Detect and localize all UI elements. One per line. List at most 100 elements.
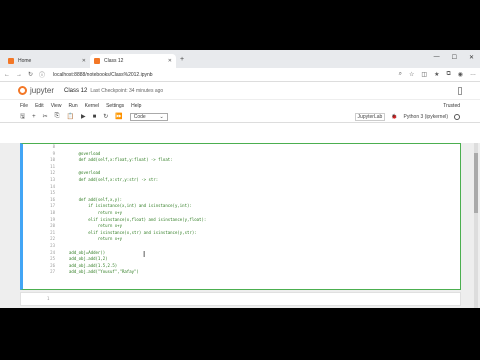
chevron-down-icon: ⌄ [159, 113, 164, 120]
line-number: 11 [50, 163, 55, 169]
favorites-icon[interactable]: ★ [434, 71, 439, 78]
line-number: 18 [50, 209, 55, 215]
line-numbers: 8 9 10 11 12 13 14 15 16 17 18 19 20 21 22 23 24 25 26 27 [45, 144, 55, 276]
jupyter-logo[interactable]: jupyter [18, 86, 54, 95]
line-number: 10 [50, 157, 55, 163]
address-bar: ← → ↻ ⓘ localhost:8888/notebooks/Class%2… [0, 68, 480, 82]
menu-bar: File Edit View Run Kernel Settings Help … [0, 100, 480, 111]
url-field[interactable]: localhost:8888/notebooks/Class%2012.ipyn… [53, 72, 153, 78]
save-icon[interactable]: 🖫 [20, 112, 25, 122]
browser-actions: ⌕ ☆ ◫ ★ ⧉ ◉ … [399, 71, 476, 78]
menu-kernel[interactable]: Kernel [85, 103, 99, 109]
close-window-icon[interactable]: ✕ [469, 54, 474, 61]
text-cursor-icon: I [143, 250, 146, 259]
kernel-area: JupyterLab 🐞 Python 3 (ipykernel) [354, 112, 460, 121]
code-line: return x+y [69, 209, 122, 215]
code-line: def add(self,x:str,y:str) -> str: [69, 176, 159, 182]
bug-icon[interactable]: 🐞 [391, 114, 397, 120]
kernel-status-icon [454, 113, 460, 120]
close-icon[interactable]: ✕ [168, 58, 172, 64]
new-tab-button[interactable]: + [180, 56, 184, 63]
paste-icon[interactable]: 📋 [66, 113, 73, 120]
code-line: elif isinstance(x,float) and isinstance(… [69, 216, 207, 222]
tab-class-12[interactable]: Class 12 ✕ [90, 54, 176, 68]
notebook-toolbar: 🖫 + ✂ ⎘ 📋 ▶ ■ ↻ ⏩ Code ⌄ JupyterLab 🐞 Py… [0, 111, 480, 123]
line-number: 8 [52, 144, 55, 149]
tab-bar: Home ✕ Class 12 ✕ + — ☐ ✕ [0, 50, 480, 68]
stop-icon[interactable]: ■ [93, 114, 97, 120]
copy-icon[interactable]: ⎘ [55, 113, 60, 120]
code-editor[interactable]: @overload def add(self,x:float,y:float) … [69, 144, 206, 276]
tab-label: Class 12 [104, 58, 124, 64]
line-number: 19 [50, 216, 55, 222]
menu-view[interactable]: View [51, 103, 62, 109]
run-icon[interactable]: ▶ [81, 113, 86, 120]
notebook-area: 8 9 10 11 12 13 14 15 16 17 18 19 20 21 22 23 24 25 26 27 @… [0, 143, 480, 308]
tab-label: Home [18, 58, 32, 64]
code-line: add_obj.add("Yousuf","Rafay") [69, 269, 139, 275]
profile-icon[interactable]: ◉ [458, 71, 463, 78]
favorite-star-icon[interactable]: ☆ [409, 71, 414, 78]
code-line: @overload [69, 170, 101, 176]
code-line: elif isinstance(x,str) and isinstance(y,… [69, 229, 197, 235]
line-number: 24 [50, 249, 55, 255]
line-number: 22 [50, 236, 55, 242]
menu-edit[interactable]: Edit [35, 103, 44, 109]
cut-icon[interactable]: ✂ [43, 113, 48, 120]
menu-help[interactable]: Help [131, 103, 141, 109]
back-icon[interactable]: ← [4, 72, 10, 78]
code-line: add_obj.add(1,2) [69, 256, 108, 262]
line-number: 17 [50, 203, 55, 209]
more-menu-icon[interactable]: … [470, 71, 476, 78]
scrollbar[interactable] [474, 143, 478, 308]
forward-icon[interactable]: → [16, 72, 22, 78]
add-cell-icon[interactable]: + [32, 114, 36, 120]
info-icon: ⓘ [39, 73, 46, 79]
notebook-title[interactable]: Class 12 [64, 88, 87, 94]
code-line: def add(self,x,y): [69, 196, 122, 202]
menu-settings[interactable]: Settings [106, 103, 124, 109]
line-number: 23 [50, 242, 55, 248]
restart-icon[interactable]: ↻ [103, 113, 108, 120]
empty-code-cell[interactable]: 1 [20, 292, 461, 306]
tab-home[interactable]: Home ✕ [4, 54, 90, 68]
code-line: @overload [69, 150, 101, 156]
line-number: 13 [50, 176, 55, 182]
browser-window: Home ✕ Class 12 ✕ + — ☐ ✕ ← → ↻ ⓘ localh… [0, 50, 480, 308]
maximize-icon[interactable]: ☐ [452, 54, 457, 61]
line-number: 12 [50, 170, 55, 176]
menu-run[interactable]: Run [68, 103, 77, 109]
split-screen-icon[interactable]: ◫ [421, 71, 427, 78]
window-controls: — ☐ ✕ [434, 54, 474, 61]
jupyter-logo-icon [18, 86, 27, 95]
reload-icon[interactable]: ↻ [28, 71, 33, 78]
minimize-icon[interactable]: — [434, 54, 440, 61]
line-number: 14 [50, 183, 55, 189]
trusted-status: Trusted [443, 102, 460, 109]
code-line: add_obj=Adder() [69, 249, 106, 255]
code-line: add_obj.add(1.5,2.5) [69, 262, 118, 268]
collections-icon[interactable]: ⧉ [446, 71, 450, 78]
line-number: 16 [50, 196, 55, 202]
code-cell[interactable]: 8 9 10 11 12 13 14 15 16 17 18 19 20 21 22 23 24 25 26 27 @… [20, 143, 461, 290]
cell-type-select[interactable]: Code ⌄ [129, 112, 168, 121]
jupyterlab-button[interactable]: JupyterLab [354, 112, 386, 121]
restart-run-all-icon[interactable]: ⏩ [115, 113, 122, 120]
line-number: 25 [50, 256, 55, 262]
line-number: 1 [47, 296, 50, 301]
code-line: if isinstance(x,int) and isinstance(y,in… [69, 203, 192, 209]
menu-file[interactable]: File [20, 103, 28, 109]
jupyter-favicon-icon [8, 58, 14, 64]
close-icon[interactable]: ✕ [82, 58, 86, 64]
kernel-name[interactable]: Python 3 (ipykernel) [404, 114, 448, 120]
zoom-icon[interactable]: ⌕ [399, 71, 402, 78]
logout-icon[interactable] [458, 86, 462, 95]
scrollbar-thumb[interactable] [474, 153, 478, 213]
jupyter-favicon-icon [94, 58, 100, 64]
line-number: 9 [52, 150, 55, 156]
line-number: 27 [50, 269, 55, 275]
